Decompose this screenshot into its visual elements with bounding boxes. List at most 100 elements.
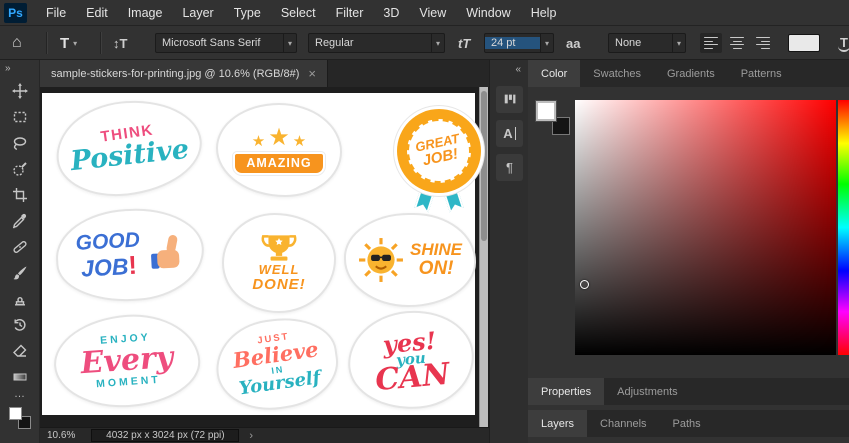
tab-patterns[interactable]: Patterns [728,60,795,87]
crop-tool[interactable] [0,182,40,208]
tools-panel: » … [0,60,40,443]
tab-color[interactable]: Color [528,60,580,87]
photoshop-logo-icon: Ps [4,3,27,23]
star-icon: ★ [268,125,290,150]
menu-item-window[interactable]: Window [456,0,520,26]
canvas[interactable]: THINK Positive ★ ★ ★ AMAZING GREAT [42,93,475,415]
anti-alias-group: None ▾ [608,26,686,60]
lasso-tool[interactable] [0,130,40,156]
pasteboard: THINK Positive ★ ★ ★ AMAZING GREAT [40,87,489,427]
document-tab-bar: sample-stickers-for-printing.jpg @ 10.6%… [40,60,489,87]
lasso-icon [12,135,28,151]
clone-stamp-tool[interactable] [0,286,40,312]
stars-decoration: ★ ★ ★ [252,125,306,150]
align-center-button[interactable] [726,33,748,53]
character-panel-button[interactable]: A [490,116,529,150]
eyedropper-tool[interactable] [0,208,40,234]
double-arrow-right-icon: » [5,63,11,74]
anti-alias-select[interactable]: None ▾ [608,33,686,53]
zoom-level-field[interactable]: 10.6% [47,430,75,441]
medal-badge: GREAT JOB! [397,109,481,193]
close-icon[interactable]: × [308,66,316,81]
align-right-button[interactable] [752,33,774,53]
menu-item-layer[interactable]: Layer [172,0,223,26]
tab-properties[interactable]: Properties [528,378,604,405]
right-panel-dock: Color Swatches Gradients Patterns Proper… [528,60,849,443]
dropdown-arrow-icon: ▾ [283,34,296,52]
dropdown-arrow-icon: ▾ [540,34,553,52]
tab-gradients[interactable]: Gradients [654,60,728,87]
glyphs-panel-button[interactable] [490,82,529,116]
font-size-group: 24 pt ▾ [484,26,554,60]
dropdown-arrow-icon: ▾ [672,34,685,52]
quick-selection-icon [12,161,28,177]
saturation-brightness-picker[interactable] [575,100,836,355]
menu-item-select[interactable]: Select [271,0,326,26]
font-size-select[interactable]: 24 pt ▾ [484,33,554,53]
paragraph-panel-button[interactable]: ¶ [490,150,529,184]
tab-swatches[interactable]: Swatches [580,60,654,87]
status-options-chevron-icon[interactable]: › [249,430,253,442]
spot-healing-brush-tool[interactable] [0,234,40,260]
menu-item-edit[interactable]: Edit [76,0,118,26]
warp-text-button[interactable]: T [838,26,849,60]
home-icon: ⌂ [12,34,22,52]
vertical-scrollbar[interactable] [479,87,488,427]
foreground-color-chip[interactable] [9,407,22,420]
menu-item-view[interactable]: View [409,0,456,26]
document-info-field[interactable]: 4032 px x 3024 px (72 ppi) [91,429,239,442]
toggle-text-orientation-button[interactable]: ↕T [113,26,127,60]
menu-item-filter[interactable]: Filter [326,0,374,26]
menu-item-image[interactable]: Image [118,0,173,26]
history-brush-icon [12,317,28,333]
color-picker-cursor[interactable] [580,280,589,289]
sticker-great-job: GREAT JOB! [378,103,489,217]
eraser-tool[interactable] [0,338,40,364]
layers-panel-group: Layers Channels Paths [528,410,849,443]
collapse-panels-button[interactable]: « [490,60,528,82]
tool-preset-picker[interactable]: T ▾ [60,26,77,60]
font-style-group: Regular ▾ [308,26,445,60]
expand-toolbar-button[interactable]: » [0,60,39,78]
tab-layers[interactable]: Layers [528,410,587,437]
menu-item-3d[interactable]: 3D [373,0,409,26]
foreground-background-swatches[interactable] [536,101,572,137]
anti-alias-icon-wrap: aa [566,26,580,60]
font-style-select[interactable]: Regular ▾ [308,33,445,53]
photoshop-window: Ps File Edit Image Layer Type Select Fil… [0,0,849,443]
menu-item-help[interactable]: Help [521,0,567,26]
document-tab[interactable]: sample-stickers-for-printing.jpg @ 10.6%… [40,60,328,87]
font-family-select[interactable]: Microsoft Sans Serif ▾ [155,33,297,53]
chevron-down-icon: ▾ [73,39,77,48]
text-color-swatch[interactable] [788,34,820,52]
rectangular-marquee-tool[interactable] [0,104,40,130]
home-button[interactable]: ⌂ [12,26,22,60]
toggle-text-orientation-icon: ↕T [113,36,127,51]
glyphs-panel-icon [503,92,517,106]
gradient-icon [12,369,28,385]
quick-selection-tool[interactable] [0,156,40,182]
font-family-group: Microsoft Sans Serif ▾ [155,26,297,60]
sticker-enjoy-every-moment: ENJOY Every MOMENT [51,310,203,412]
gradient-tool[interactable] [0,364,40,390]
scrollbar-thumb[interactable] [481,91,487,241]
brush-icon [12,265,28,281]
foreground-color-swatch[interactable] [536,101,556,121]
align-left-button[interactable] [700,33,722,53]
move-tool[interactable] [0,78,40,104]
document-tab-title: sample-stickers-for-printing.jpg @ 10.6%… [51,68,299,80]
foreground-background-colors[interactable] [8,406,32,430]
sticker-amazing: ★ ★ ★ AMAZING [216,103,342,197]
history-brush-tool[interactable] [0,312,40,338]
color-panel-tabs: Color Swatches Gradients Patterns [528,60,849,87]
edit-toolbar-button[interactable]: … [0,390,39,402]
tab-paths[interactable]: Paths [660,410,714,437]
menu-item-file[interactable]: File [36,0,76,26]
tab-adjustments[interactable]: Adjustments [604,378,691,405]
type-tool-icon: T [60,35,69,52]
eyedropper-icon [12,213,28,229]
hue-slider[interactable] [838,100,849,355]
tab-channels[interactable]: Channels [587,410,659,437]
brush-tool[interactable] [0,260,40,286]
menu-item-type[interactable]: Type [224,0,271,26]
